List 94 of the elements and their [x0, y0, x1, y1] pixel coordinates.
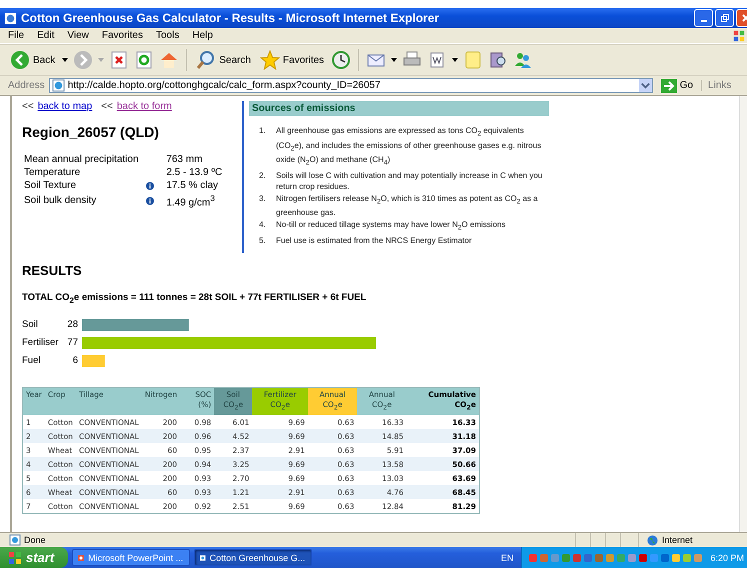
menu-item[interactable]: Help: [192, 30, 213, 41]
bar-label: Fertiliser: [22, 337, 60, 348]
search-button[interactable]: Search: [194, 50, 253, 70]
dropdown-arrow-icon[interactable]: [452, 58, 458, 62]
menu-item[interactable]: View: [67, 30, 89, 41]
menu-item[interactable]: File: [8, 30, 24, 41]
list-number: 1.: [259, 125, 267, 137]
status-text: Done: [24, 535, 46, 545]
menu-item[interactable]: Tools: [156, 30, 180, 41]
research-icon[interactable]: [488, 50, 508, 70]
start-button[interactable]: start: [0, 547, 68, 568]
menu-item[interactable]: Favorites: [102, 30, 143, 41]
globe-icon: [647, 534, 658, 546]
taskbar-button[interactable]: Cotton Greenhouse G...: [194, 549, 312, 566]
bar-value: 77: [66, 337, 78, 348]
info-value: 1.49 g/cm$^{3}$: [165, 193, 216, 208]
source-note: No-till or reduced tillage systems may have lower N$_{2}$O emissions: [276, 219, 507, 234]
history-icon[interactable]: [331, 50, 352, 70]
tray-icon[interactable]: [539, 552, 550, 562]
browser-icon: [4, 12, 17, 24]
restore-icon: [720, 13, 730, 23]
favorites-button[interactable]: Favorites: [258, 50, 326, 70]
source-note: Fuel use is estimated from the NRCS Energy Estimator: [276, 234, 473, 246]
region-title: Region_26057 (QLD): [22, 124, 160, 140]
restore-button[interactable]: [715, 9, 734, 27]
info-icon[interactable]: [146, 196, 154, 205]
info-value: 17.5 % clay: [165, 180, 220, 191]
info-label: Soil bulk density: [24, 195, 98, 206]
bar-label: Fuel: [22, 355, 42, 366]
arrow-icon: [660, 78, 677, 92]
clock: 6:20 PM: [710, 552, 744, 562]
tray-icon[interactable]: [638, 552, 648, 562]
forward-icon[interactable]: [73, 50, 94, 70]
menu-item[interactable]: Edit: [37, 30, 54, 41]
star-icon: [260, 50, 280, 70]
bar-label: Soil: [22, 319, 39, 330]
page-icon: [9, 534, 21, 546]
page-icon: [52, 79, 65, 92]
dropdown-arrow-icon[interactable]: [391, 58, 398, 62]
info-label: Mean annual precipitation: [24, 154, 140, 165]
dropdown-arrow-icon[interactable]: [62, 58, 68, 62]
info-label: Soil Texture: [24, 180, 78, 191]
search-icon: [196, 50, 216, 70]
stop-icon[interactable]: [109, 50, 130, 70]
zone-text: Internet: [662, 535, 693, 545]
refresh-icon[interactable]: [134, 50, 154, 70]
people-icon[interactable]: [513, 50, 534, 70]
tray-icon[interactable]: [561, 552, 572, 562]
back-arrows: <<: [22, 101, 34, 112]
tray-icon[interactable]: [660, 552, 670, 562]
address-field[interactable]: http://calde.hopto.org/cottonghgcalc/calc_form.aspx?county_ID=26057: [48, 78, 653, 93]
window-title: Cotton Greenhouse Gas Calculator - Results - Microsoft Internet Explorer: [21, 11, 440, 25]
language-indicator[interactable]: EN: [500, 552, 514, 562]
scrollbar[interactable]: [739, 96, 747, 532]
home-icon[interactable]: [159, 50, 180, 70]
source-note: All greenhouse gas emissions are expressed as tons CO$_{2}$ equivalents (CO$_{2}$e), and includes the emissions of other greenhouse gases e.g. nitrous oxide (N$_{2}$O) and methane (CH$_{4}$): [276, 125, 542, 169]
list-number: 3.: [259, 192, 267, 205]
tray-icon[interactable]: [594, 552, 604, 562]
tray-icon[interactable]: [693, 552, 704, 562]
info-icon[interactable]: [146, 182, 154, 190]
list-number: 5.: [259, 234, 267, 246]
source-note: Soils will lose C with cultivation and may potentially increase in C when you return crop residues.: [276, 170, 544, 192]
tray-icon[interactable]: [583, 552, 594, 562]
list-number: 2.: [259, 170, 267, 182]
note-icon[interactable]: [463, 50, 484, 70]
tray-icon[interactable]: [671, 552, 682, 562]
sources-heading: Sources of emissions: [249, 101, 549, 116]
back-link[interactable]: back to form: [116, 101, 172, 112]
bar-value: 28: [66, 319, 78, 330]
tray-icon[interactable]: [572, 552, 582, 562]
tray-icon[interactable]: [528, 552, 538, 562]
info-value: 763 mm: [165, 154, 204, 165]
go-button[interactable]: Go: [656, 78, 698, 92]
info-label: Temperature: [24, 167, 82, 178]
windows-logo-icon: [733, 30, 745, 42]
minimize-button[interactable]: [694, 9, 713, 27]
back-arrows: <<: [101, 101, 113, 112]
address-label: Address: [8, 80, 45, 91]
links-button[interactable]: Links: [701, 80, 732, 91]
bar: [82, 354, 105, 367]
windows-logo-icon: [8, 550, 22, 564]
list-number: 4.: [259, 219, 267, 232]
tray-icon[interactable]: [682, 552, 692, 562]
source-note: Nitrogen fertilisers release N$_{2}$O, which is 310 times as potent as CO$_{2}$ as a greenhouse gas.: [276, 192, 539, 218]
bar-value: 6: [72, 355, 78, 366]
total-emissions: TOTAL CO$_{2}$e emissions = 111 tonnes = 28t SOIL + 77t FERTILISER + 6t FUEL: [22, 292, 368, 305]
info-value: 2.5 - 13.9 ºC: [165, 167, 224, 178]
results-heading: RESULTS: [22, 262, 83, 278]
taskbar-button[interactable]: Microsoft PowerPoint ...: [72, 549, 190, 566]
tray-icon[interactable]: [627, 552, 638, 562]
minimize-icon: [700, 20, 706, 22]
back-button[interactable]: Back: [8, 50, 58, 70]
tray-icon[interactable]: [605, 552, 616, 562]
back-link[interactable]: back to map: [38, 101, 92, 112]
